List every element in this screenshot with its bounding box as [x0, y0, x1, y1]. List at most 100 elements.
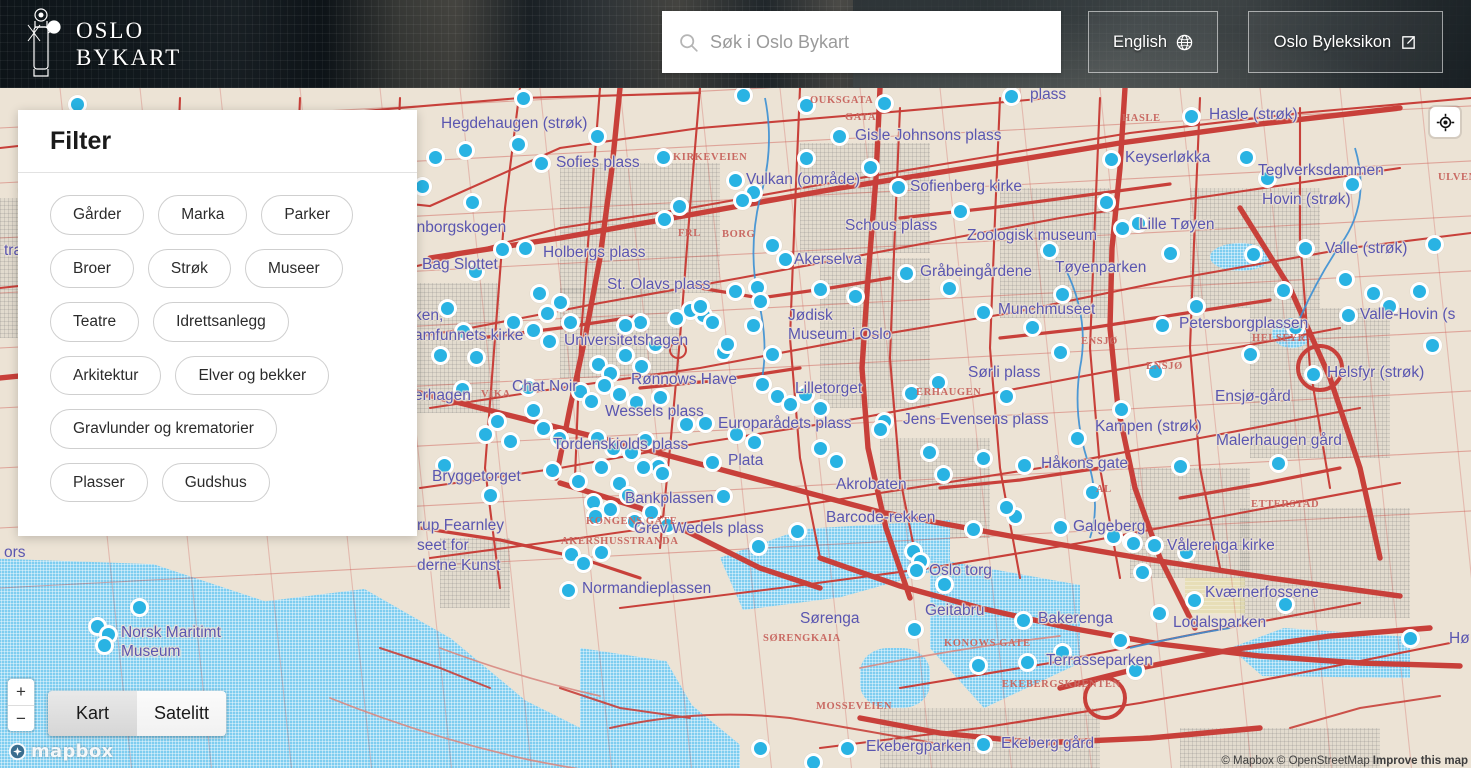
- map-place-label: Hegdehaugen (strøk): [441, 115, 588, 132]
- map-place-label: Sørenga: [800, 610, 860, 627]
- filter-chip[interactable]: Strøk: [147, 248, 231, 288]
- filter-title: Filter: [50, 126, 112, 155]
- map-road-label: EKEBERGSKRENTEN: [1002, 679, 1121, 690]
- filter-chip[interactable]: Plasser: [50, 462, 148, 502]
- site-logo[interactable]: OSLO BYKART: [24, 5, 181, 83]
- map-road-label: KONGENS GATE: [586, 516, 678, 527]
- map-place-label: Hovin (strøk): [1262, 191, 1351, 208]
- logo-wordmark: OSLO BYKART: [76, 17, 181, 71]
- map-road-label: HASLE: [1122, 113, 1161, 124]
- mapbox-logo[interactable]: mapbox: [8, 741, 113, 762]
- map-place-label: enborgskogen: [408, 219, 507, 236]
- map-place-label: Akrobaten: [836, 476, 907, 493]
- filter-chip[interactable]: Elver og bekker: [175, 355, 330, 395]
- oslo-byleksikon-link-button[interactable]: Oslo Byleksikon: [1248, 11, 1443, 73]
- map-road-label: OUKSGATA: [810, 95, 874, 106]
- map-place-label: Kværnerfossene: [1205, 584, 1319, 601]
- map-road-label: HELSFYR: [1252, 333, 1306, 344]
- filter-panel: Filter Gårder Marka Parker Broer Strøk Museer…: [18, 110, 417, 536]
- map-place-label: Sørli plass: [968, 364, 1041, 381]
- map-place-label: Barcode-rekken: [826, 509, 936, 526]
- search-bar[interactable]: [662, 11, 1061, 73]
- filter-chip[interactable]: Parker: [261, 195, 353, 235]
- filter-chip[interactable]: Marka: [158, 195, 248, 235]
- map-road-label: ULVEN: [1438, 172, 1471, 183]
- map-place-label: Plata: [728, 452, 764, 469]
- map-road-label: SØRENGKAIA: [763, 633, 841, 644]
- filter-chip[interactable]: Broer: [50, 248, 134, 288]
- map-place-label: derne Kunst: [417, 557, 501, 574]
- zoom-controls[interactable]: + −: [8, 679, 34, 731]
- map-place-label: Ensjø-gård: [1215, 388, 1291, 405]
- map-road-label: MOSSEVEIEN: [816, 701, 893, 712]
- map-road-label: ETTERSTAD: [1251, 499, 1320, 510]
- site-header: OSLO BYKART English Oslo Byleksikon: [0, 0, 1471, 88]
- map-place-label: Hø: [1449, 630, 1470, 647]
- map-road-label: VIKA: [481, 389, 511, 400]
- oslo-byleksikon-label: Oslo Byleksikon: [1273, 32, 1392, 51]
- basemap-toggle[interactable]: Kart Satelitt: [48, 691, 226, 736]
- filter-chip-list: Gårder Marka Parker Broer Strøk Museer Teatre I…: [50, 195, 387, 502]
- map-place-label: Gisle Johnsons plass: [855, 127, 1002, 144]
- logo-line-1: OSLO: [76, 18, 145, 43]
- filter-chip[interactable]: Idrettsanlegg: [153, 302, 289, 342]
- map-place-label: Schous plass: [845, 217, 938, 234]
- zoom-in-button[interactable]: +: [8, 679, 34, 705]
- map-place-label: Vålerenga kirke: [1167, 537, 1275, 554]
- map-place-label: Petersborgplassen: [1179, 315, 1309, 332]
- map-place-label: Tordenskiolds plass: [553, 436, 689, 453]
- map-road-label: ENSJØ: [1146, 361, 1183, 372]
- map-place-label: Geitabru: [925, 602, 985, 619]
- map-place-label: Galgeberg: [1073, 518, 1146, 535]
- map-road-label: FRL: [678, 228, 701, 239]
- attribution-improve-link[interactable]: Improve this map: [1373, 755, 1468, 767]
- map-attribution: © Mapbox © OpenStreetMap Improve this ma…: [1221, 755, 1468, 767]
- map-place-label: Malerhaugen gård: [1216, 432, 1342, 449]
- map-road-label: GATA: [845, 112, 877, 123]
- map-place-label: Oslo torg: [929, 562, 992, 579]
- map-place-label: Kampen (strøk): [1095, 418, 1202, 435]
- language-toggle-button[interactable]: English: [1088, 11, 1218, 73]
- zoom-out-button[interactable]: −: [8, 705, 34, 731]
- map-place-label: ors: [4, 544, 26, 561]
- map-place-label: Hasle (strøk): [1209, 106, 1298, 123]
- basemap-kart-button[interactable]: Kart: [48, 691, 137, 736]
- map-road-label: KONOWS GATE: [944, 638, 1031, 649]
- language-toggle-label: English: [1112, 32, 1168, 51]
- filter-panel-body: Gårder Marka Parker Broer Strøk Museer Teatre I…: [18, 173, 417, 536]
- map-road-label: BORG: [722, 229, 756, 240]
- map-place-label: Normandieplassen: [582, 580, 712, 597]
- geolocate-target-icon: [1436, 113, 1454, 131]
- filter-chip[interactable]: Museer: [244, 248, 343, 288]
- basemap-satelitt-button[interactable]: Satelitt: [137, 691, 226, 736]
- map-place-label: Jødisk: [788, 307, 833, 324]
- filter-chip[interactable]: Gravlunder og krematorier: [50, 409, 277, 449]
- map-place-label: Lille Tøyen: [1139, 216, 1215, 233]
- map-place-label: Europarådets plass: [718, 415, 852, 432]
- map-place-label: amfunnets kirke: [414, 327, 524, 344]
- mapbox-mark-icon: [8, 742, 27, 761]
- map-place-label: plass: [1030, 88, 1067, 103]
- map-place-label: Universitetshagen: [564, 332, 689, 349]
- map-place-label: Bag Slottet: [422, 256, 498, 273]
- map-place-label: Vulkan (område): [746, 171, 861, 188]
- map-place-label: Tøyenparken: [1055, 259, 1147, 276]
- map-place-label: ken,: [414, 307, 444, 324]
- filter-chip[interactable]: Teatre: [50, 302, 140, 342]
- attribution-mapbox[interactable]: © Mapbox: [1221, 755, 1274, 767]
- map-place-label: Grev Wedels plass: [634, 520, 764, 537]
- filter-panel-header: Filter: [18, 110, 417, 173]
- geolocate-button[interactable]: [1430, 107, 1460, 137]
- filter-chip[interactable]: Gudshus: [161, 462, 270, 502]
- map-place-label: Keyserløkka: [1125, 149, 1211, 166]
- search-input[interactable]: [710, 31, 1045, 53]
- saint-hallvard-emblem-icon: [27, 8, 61, 77]
- map-place-label: Museum i Oslo: [788, 326, 892, 343]
- map-place-label: Håkons gate: [1041, 455, 1129, 472]
- filter-chip[interactable]: Arkitektur: [50, 355, 162, 395]
- oslo-bykart-app: OSLO BYKART English Oslo Byleksikon: [0, 0, 1471, 768]
- filter-chip[interactable]: Gårder: [50, 195, 145, 235]
- attribution-osm[interactable]: © OpenStreetMap: [1277, 755, 1370, 767]
- logo-line-2: BYKART: [76, 45, 182, 70]
- map-place-label: Terrasseparken: [1046, 652, 1153, 669]
